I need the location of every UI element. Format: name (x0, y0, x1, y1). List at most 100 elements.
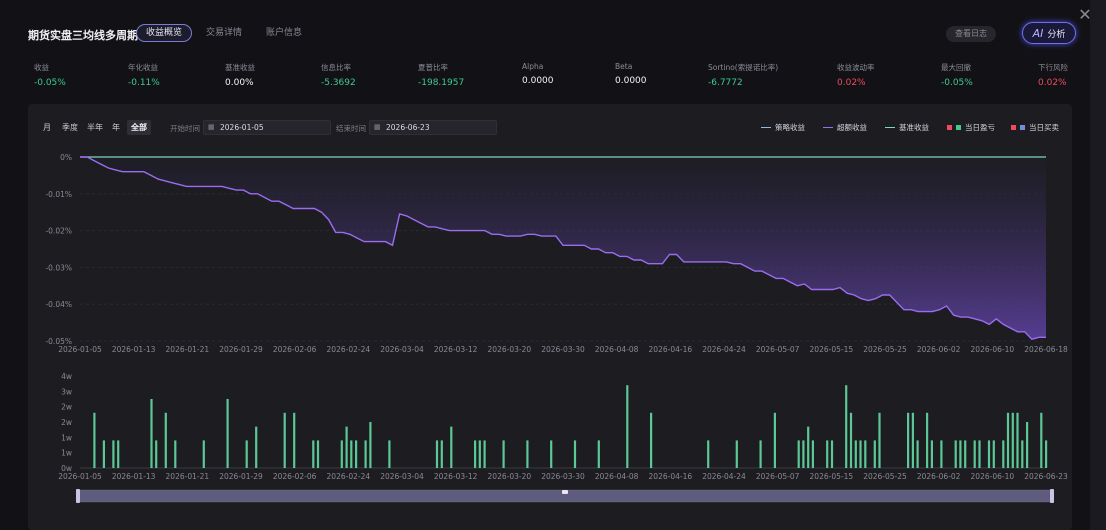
pnl-bar (355, 440, 358, 468)
tab-account-info[interactable]: 账户信息 (256, 24, 312, 42)
pnl-bar (283, 412, 286, 468)
metric-label: 夏普比率 (418, 63, 448, 72)
pnl-bar (435, 440, 439, 468)
legend-strategy-return[interactable]: 策略收益 (761, 122, 805, 133)
x-tick-label: 2026-01-13 (112, 472, 156, 481)
pnl-bar (854, 440, 857, 468)
metric-value: 0.0000 (615, 76, 647, 86)
end-date-input[interactable]: ▦ 2026-06-23 (369, 120, 497, 135)
date-range-slider[interactable] (28, 488, 1072, 508)
x-tick-label: 2026-03-12 (434, 345, 478, 354)
x-tick-label: 2026-05-07 (756, 345, 800, 354)
pnl-bar (597, 440, 600, 468)
x-tick-label: 2026-04-16 (649, 345, 693, 354)
slider-grip (562, 490, 568, 494)
pnl-bar (150, 399, 153, 468)
period-half-year-button[interactable]: 半年 (87, 122, 103, 133)
period-all-button[interactable]: 全部 (127, 120, 151, 135)
metric-value: -0.05% (34, 78, 66, 88)
x-tick-label: 2026-01-29 (219, 472, 263, 481)
legend-square-swatch (1020, 125, 1025, 130)
x-tick-label: 2026-05-25 (863, 345, 907, 354)
pnl-bar (907, 412, 910, 468)
pnl-bar (959, 440, 962, 468)
x-tick-label: 2026-03-30 (541, 472, 585, 481)
daily-pnl-bar-chart[interactable]: 4w3w2w2w1w1w0w2026-01-05 2026-01-13 2026-0… (28, 370, 1072, 488)
x-tick-label: 2026-01-21 (166, 345, 210, 354)
x-tick-label: 2026-06-02 (917, 472, 961, 481)
metric-value: 0.0000 (522, 76, 554, 86)
pnl-bar (502, 440, 505, 468)
x-tick-label: 2026-01-21 (166, 472, 210, 481)
pnl-bar (954, 440, 957, 468)
pnl-bar (1011, 412, 1014, 468)
pnl-bar (626, 385, 629, 468)
view-log-button[interactable]: 查看日志 (946, 26, 996, 42)
x-tick-label: 2026-06-10 (971, 472, 1015, 481)
tab-trade-details[interactable]: 交易详情 (196, 24, 252, 42)
pnl-bar (388, 440, 391, 468)
pnl-bar (797, 440, 800, 468)
pnl-bar (864, 440, 867, 468)
legend-benchmark-return[interactable]: 基准收益 (885, 122, 929, 133)
pnl-bar (807, 426, 810, 468)
start-date-input[interactable]: ▦ 2026-01-05 (203, 120, 331, 135)
pnl-bar (859, 440, 862, 468)
period-month-button[interactable]: 月 (43, 122, 51, 133)
metric-label: Beta (615, 62, 633, 71)
returns-line-chart[interactable]: 0%-0.01%-0.02%-0.03%-0.04%-0.05%2026-01-… (28, 144, 1072, 394)
pnl-bar (93, 412, 96, 468)
metric-label: 下行风险 (1038, 63, 1068, 72)
legend-line-swatch (761, 126, 771, 129)
pnl-bar (911, 412, 914, 468)
y-tick-label: 1w (61, 449, 72, 458)
pnl-bar (849, 412, 853, 468)
x-tick-label: 2026-03-20 (488, 472, 532, 481)
metric-benchmark-return: 基准收益 0.00% (225, 62, 255, 88)
pnl-bar (112, 440, 115, 468)
metric-return: 收益 -0.05% (34, 62, 66, 88)
x-tick-label: 2026-05-15 (810, 472, 854, 481)
tab-overview[interactable]: 收益概览 (136, 24, 193, 42)
x-tick-label: 2026-04-08 (595, 345, 639, 354)
metric-sharpe-ratio: 夏普比率 -198.1957 (418, 62, 464, 88)
legend-daily-trades[interactable]: 当日买卖 (1011, 122, 1059, 133)
pnl-bar (973, 440, 976, 468)
ai-analysis-button[interactable]: AI 分析 (1022, 22, 1076, 44)
pnl-bar (916, 440, 919, 468)
legend-square-swatch (947, 125, 952, 130)
pnl-bar (1016, 412, 1019, 468)
pnl-bar (1045, 440, 1048, 468)
x-tick-label: 2026-03-12 (434, 472, 478, 481)
pnl-bar (964, 440, 967, 468)
x-tick-label: 2026-06-10 (971, 345, 1015, 354)
x-tick-label: 2026-04-08 (595, 472, 639, 481)
metric-information-ratio: 信息比率 -5.3692 (321, 62, 356, 88)
pnl-bar (483, 440, 486, 468)
metric-value: 0.00% (225, 78, 254, 88)
x-tick-label: 2026-06-18 (1024, 345, 1068, 354)
x-tick-label: 2026-03-30 (541, 345, 585, 354)
pnl-bar (878, 412, 881, 468)
pnl-bar (811, 440, 814, 468)
metric-label: 收益波动率 (837, 63, 875, 72)
x-tick-label: 2026-01-29 (219, 345, 263, 354)
strategy-detail-modal: ✕ 期货实盘三均线多周期4_1 收益概览 交易详情 账户信息 查看日志 AI 分… (0, 0, 1092, 530)
legend-excess-return[interactable]: 超额收益 (823, 122, 867, 133)
pnl-bar (940, 440, 943, 468)
period-year-button[interactable]: 年 (112, 122, 120, 133)
pnl-bar (573, 440, 577, 468)
legend-line-swatch (885, 126, 895, 129)
pnl-bar (1021, 440, 1024, 468)
pnl-bar (830, 440, 834, 468)
pnl-bar (350, 440, 353, 468)
y-tick-label: 3w (61, 387, 72, 396)
pnl-bar (312, 440, 315, 468)
metric-label: Sortino(索提诺比率) (708, 63, 779, 72)
period-quarter-button[interactable]: 季度 (62, 122, 78, 133)
pnl-bar (1026, 422, 1029, 468)
ai-analysis-label: 分析 (1047, 29, 1066, 40)
legend-daily-pnl[interactable]: 当日盈亏 (947, 122, 995, 133)
pnl-bar (117, 440, 120, 468)
x-tick-label: 2026-05-07 (756, 472, 800, 481)
